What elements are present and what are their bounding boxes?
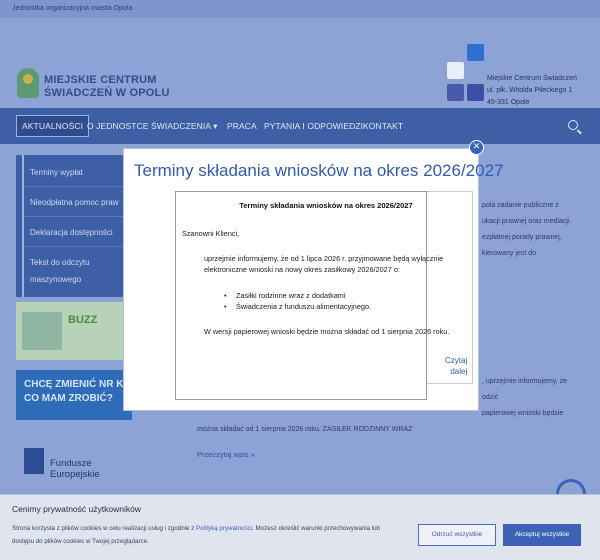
site-header: MIEJSKIE CENTRUM ŚWIADCZEŃ W OPOLU Miejs… bbox=[0, 18, 600, 108]
read-more-modal-link[interactable]: Czytaj dalej bbox=[445, 355, 467, 377]
document-paragraph: elektroniczne wnioski na nowy okres zasi… bbox=[204, 265, 400, 274]
article-text: pola zadanie publiczne z bbox=[482, 202, 559, 209]
cookie-line: dostępu do plików cookies w Twojej przeg… bbox=[12, 538, 149, 545]
banner-line: CO MAM ZROBIĆ? bbox=[24, 393, 113, 404]
link-line: Czytaj bbox=[445, 356, 468, 365]
article-text: ukacji prawnej oraz mediacji. bbox=[482, 218, 572, 225]
accessibility-icons bbox=[447, 44, 485, 104]
top-strip: Jednostka organizacyjna miasta Opola bbox=[0, 0, 600, 18]
article-text: odzić bbox=[482, 394, 499, 401]
cookie-text-part: Strona korzysta z plików cookies w celu … bbox=[12, 525, 196, 532]
address-line: ul. płk. Witolda Pileckiego 1 bbox=[487, 87, 573, 94]
divider bbox=[24, 216, 132, 217]
document-bullet: Zasiłki rodzinne wraz z dodatkami bbox=[236, 291, 346, 300]
document-preview: Terminy składania wniosków na okres 2026… bbox=[175, 191, 449, 400]
accept-all-button[interactable]: Akceptuj wszystkie bbox=[503, 524, 581, 546]
header-address: Miejskie Centrum Świadczeń ul. płk. Wito… bbox=[487, 73, 577, 109]
nav-item-aktualnosci[interactable]: AKTUALNOŚCI bbox=[16, 115, 90, 137]
easy-read-icon[interactable] bbox=[447, 84, 464, 101]
sidebar-item-pomoc[interactable]: Nieodpłatna pomoc praw bbox=[30, 197, 119, 208]
nav-item-kontakt[interactable]: KONTAKT bbox=[363, 121, 403, 131]
cookie-line: Strona korzysta z plików cookies w celu … bbox=[12, 522, 380, 535]
divider bbox=[24, 186, 132, 187]
read-more-link[interactable]: Przeczytaj wpis » bbox=[197, 450, 255, 459]
document-paragraph: W wersji papierowej wnioski będzie można… bbox=[204, 327, 450, 336]
article-text: można składać od 1 sierpnia 2026 roku. Z… bbox=[197, 426, 413, 433]
sidebar-accent bbox=[22, 155, 24, 297]
nav-item-pytania[interactable]: PYTANIA I ODPOWIEDZI bbox=[264, 121, 363, 131]
buzz-banner[interactable]: BUZZ bbox=[16, 302, 132, 360]
main-nav: AKTUALNOŚCI O JEDNOSTCE ŚWIADCZENIA ▾ PR… bbox=[0, 108, 600, 144]
site-logo-text[interactable]: MIEJSKIE CENTRUM ŚWIADCZEŃ W OPOLU bbox=[44, 74, 170, 100]
document-paragraph: uprzejmie informujemy, że od 1 lipca 202… bbox=[204, 254, 444, 263]
logo-line-1: MIEJSKIE CENTRUM bbox=[44, 74, 157, 86]
document-greeting: Szanowni Klienci, bbox=[182, 229, 240, 238]
banner-title: BUZZ bbox=[68, 314, 98, 326]
privacy-policy-link[interactable]: Polityką prywatności bbox=[196, 525, 252, 532]
bullet-icon: • bbox=[224, 291, 227, 300]
eu-funds-text: Fundusze Europejskie bbox=[50, 458, 100, 480]
article-text: ezpłatnej porady prawnej, bbox=[482, 234, 562, 241]
cookie-banner: Cenimy prywatność użytkowników Strona ko… bbox=[0, 494, 600, 560]
eu-flag-icon bbox=[24, 448, 44, 474]
cookie-title: Cenimy prywatność użytkowników bbox=[12, 504, 141, 514]
address-line: Miejskie Centrum Świadczeń bbox=[487, 75, 577, 82]
article-text: kierowany jest do bbox=[482, 250, 537, 257]
sign-language-icon[interactable] bbox=[467, 44, 484, 61]
sidebar-item-label: maszynowego bbox=[30, 275, 82, 284]
logo-icon[interactable] bbox=[17, 68, 39, 98]
banner-illustration bbox=[22, 312, 62, 350]
nav-item-praca[interactable]: PRACA bbox=[227, 121, 257, 131]
search-icon[interactable] bbox=[568, 120, 578, 130]
banner-line: CHCĘ ZMIENIĆ NR K bbox=[24, 379, 124, 390]
divider bbox=[24, 246, 132, 247]
modal-title: Terminy składania wniosków na okres 2026… bbox=[134, 161, 504, 180]
article-text: papierowej wnioski będzie bbox=[482, 410, 564, 417]
change-number-banner[interactable]: CHCĘ ZMIENIĆ NR K CO MAM ZROBIĆ? bbox=[16, 370, 132, 420]
eu-line: Europejskie bbox=[50, 469, 100, 480]
announcement-modal: Terminy składania wniosków na okres 2026… bbox=[123, 148, 503, 411]
sidebar-item-tekst[interactable]: Tekst do odczytu maszynowego bbox=[30, 257, 90, 285]
nav-item-swiadczenia[interactable]: ŚWIADCZENIA ▾ bbox=[151, 121, 218, 132]
article-text: , uprzejmie informujemy, że bbox=[482, 378, 568, 385]
sidebar-item-deklaracja[interactable]: Deklaracja dostępności bbox=[30, 227, 113, 238]
accessibility-widget-icon[interactable] bbox=[556, 479, 586, 495]
sidebar-menu: Terminy wypłat Nieodpłatna pomoc praw De… bbox=[16, 155, 132, 297]
sidebar-item-terminy[interactable]: Terminy wypłat bbox=[30, 167, 83, 178]
link-line: dalej bbox=[450, 367, 468, 376]
reject-all-button[interactable]: Odrzuć wszystkie bbox=[418, 524, 496, 546]
nav-item-o-jednostce[interactable]: O JEDNOSTCE bbox=[87, 121, 149, 131]
bip-icon[interactable] bbox=[447, 62, 464, 79]
document-bullet: Świadczenia z funduszu alimentacyjnego. bbox=[236, 302, 372, 311]
bullet-icon: • bbox=[224, 302, 227, 311]
cookie-text: Strona korzysta z plików cookies w celu … bbox=[12, 522, 380, 548]
banner-text: CHCĘ ZMIENIĆ NR K CO MAM ZROBIĆ? bbox=[24, 378, 123, 406]
eu-line: Fundusze bbox=[50, 458, 92, 469]
deaf-icon[interactable] bbox=[467, 84, 484, 101]
sidebar-item-label: Tekst do odczytu bbox=[30, 258, 90, 267]
close-icon[interactable]: ✕ bbox=[469, 140, 484, 155]
logo-line-2: ŚWIADCZEŃ W OPOLU bbox=[44, 87, 170, 99]
cookie-text-part: . Możesz określić warunki przechowywania… bbox=[252, 525, 380, 532]
